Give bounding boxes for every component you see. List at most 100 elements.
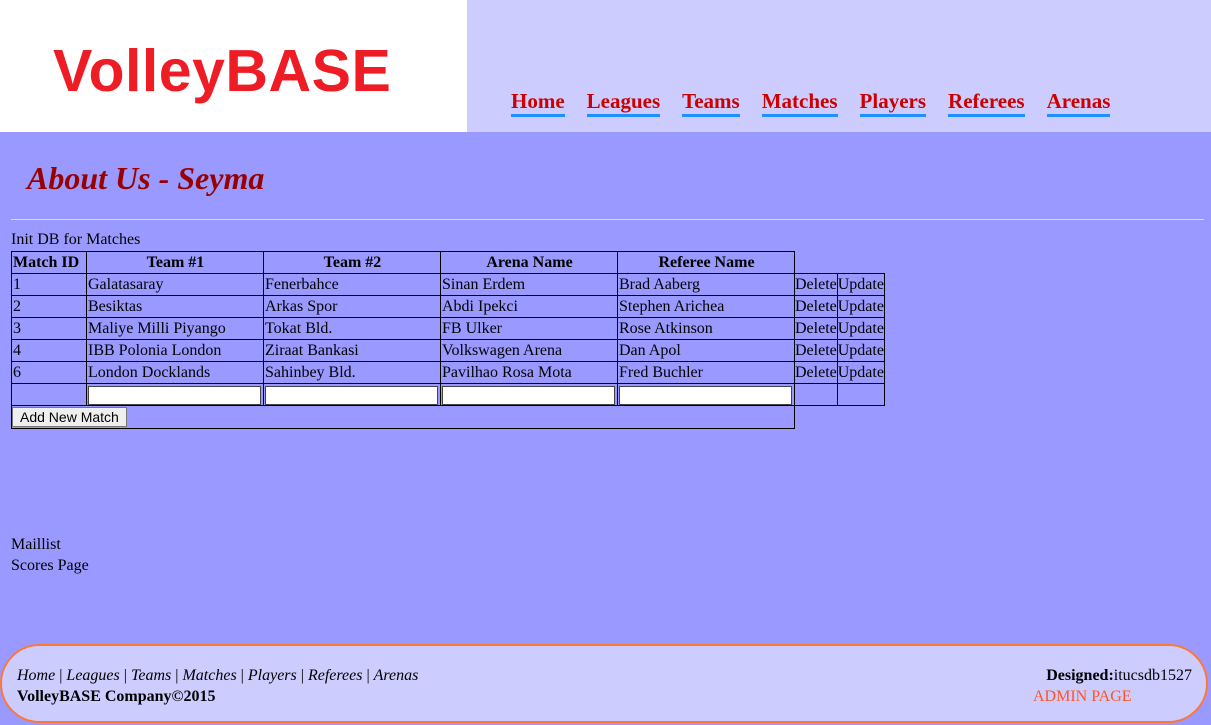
- cell-referee: Brad Aaberg: [617, 273, 795, 296]
- nav-bar: Home Leagues Teams Matches Players Refer…: [467, 0, 1211, 132]
- delete-link[interactable]: Delete: [794, 361, 838, 384]
- cell-referee: Rose Atkinson: [617, 317, 795, 340]
- table-row: 2 Besiktas Arkas Spor Abdi Ipekci Stephe…: [11, 295, 885, 318]
- nav-teams[interactable]: Teams: [682, 88, 740, 117]
- cell-team1: Besiktas: [86, 295, 264, 318]
- footer-link-matches[interactable]: Matches: [182, 667, 236, 684]
- col-match-id: Match ID: [11, 251, 87, 274]
- cell-team2: Fenerbahce: [263, 273, 441, 296]
- cell-arena: Pavilhao Rosa Mota: [440, 361, 618, 384]
- matches-table: Match ID Team #1 Team #2 Arena Name Refe…: [11, 251, 885, 429]
- footer-link-players[interactable]: Players: [248, 667, 297, 684]
- separator: |: [366, 667, 370, 684]
- cell-arena: Abdi Ipekci: [440, 295, 618, 318]
- header: VolleyBASE Home Leagues Teams Matches Pl…: [0, 0, 1211, 132]
- cell-match-id: 6: [11, 361, 87, 384]
- delete-link[interactable]: Delete: [794, 295, 838, 318]
- table-row: 1 Galatasaray Fenerbahce Sinan Erdem Bra…: [11, 273, 885, 296]
- footer-link-referees[interactable]: Referees: [308, 667, 362, 684]
- init-db-link[interactable]: Init DB for Matches: [11, 231, 140, 249]
- nav-players[interactable]: Players: [859, 88, 927, 117]
- table-header-row: Match ID Team #1 Team #2 Arena Name Refe…: [11, 251, 885, 274]
- footer-link-leagues[interactable]: Leagues: [66, 667, 119, 684]
- cell-team2: Arkas Spor: [263, 295, 441, 318]
- separator: |: [123, 667, 127, 684]
- cell-match-id: 4: [11, 339, 87, 362]
- header-spacer: [837, 252, 884, 274]
- update-link[interactable]: Update: [836, 361, 885, 384]
- cell-team2: Ziraat Bankasi: [263, 339, 441, 362]
- delete-link[interactable]: Delete: [794, 317, 838, 340]
- cell-blank: [837, 406, 884, 429]
- delete-link[interactable]: Delete: [794, 339, 838, 362]
- nav-leagues[interactable]: Leagues: [586, 88, 661, 117]
- nav-matches[interactable]: Matches: [761, 88, 838, 117]
- add-new-match-button[interactable]: Add New Match: [12, 407, 127, 427]
- cell-match-id: 1: [11, 273, 87, 296]
- col-referee: Referee Name: [617, 251, 795, 274]
- team2-input[interactable]: [265, 385, 438, 405]
- team1-input[interactable]: [88, 385, 261, 405]
- cell-team1: IBB Polonia London: [86, 339, 264, 362]
- header-spacer: [795, 252, 838, 274]
- table-row: 6 London Docklands Sahinbey Bld. Pavilha…: [11, 361, 885, 384]
- cell-referee: Dan Apol: [617, 339, 795, 362]
- update-link[interactable]: Update: [836, 317, 885, 340]
- update-link[interactable]: Update: [836, 273, 885, 296]
- new-match-input-row: [11, 383, 885, 406]
- cell-referee-input: [617, 383, 795, 406]
- update-link[interactable]: Update: [836, 339, 885, 362]
- update-link[interactable]: Update: [836, 295, 885, 318]
- cell-match-id-empty: [11, 383, 87, 406]
- table-row: 4 IBB Polonia London Ziraat Bankasi Volk…: [11, 339, 885, 362]
- cell-empty: [836, 383, 885, 406]
- col-team2: Team #2: [263, 251, 441, 274]
- page-title: About Us - Seyma: [27, 160, 265, 196]
- separator: |: [59, 667, 63, 684]
- nav-home[interactable]: Home: [511, 88, 565, 117]
- scores-page-link[interactable]: Scores Page: [11, 557, 89, 575]
- nav-arenas[interactable]: Arenas: [1046, 88, 1111, 117]
- cell-team1: Maliye Milli Piyango: [86, 317, 264, 340]
- cell-team2: Tokat Bld.: [263, 317, 441, 340]
- logo[interactable]: VolleyBASE: [53, 36, 391, 106]
- cell-team1: Galatasaray: [86, 273, 264, 296]
- cell-arena: Volkswagen Arena: [440, 339, 618, 362]
- main-nav: Home Leagues Teams Matches Players Refer…: [511, 88, 1132, 117]
- add-button-cell: Add New Match: [11, 405, 795, 429]
- designed-label: Designed:: [1046, 667, 1114, 684]
- col-arena: Arena Name: [440, 251, 618, 274]
- arena-input[interactable]: [442, 385, 615, 405]
- footer: Home | Leagues | Teams | Matches | Players | Refer…: [0, 644, 1208, 723]
- separator: |: [300, 667, 304, 684]
- cell-match-id: 3: [11, 317, 87, 340]
- nav-referees[interactable]: Referees: [948, 88, 1025, 117]
- footer-link-teams[interactable]: Teams: [131, 667, 171, 684]
- col-team1: Team #1: [86, 251, 264, 274]
- designed-value: itucsdb1527: [1113, 667, 1192, 684]
- footer-link-arenas[interactable]: Arenas: [374, 667, 419, 684]
- referee-input[interactable]: [619, 385, 792, 405]
- delete-link[interactable]: Delete: [794, 273, 838, 296]
- footer-link-home[interactable]: Home: [17, 667, 55, 684]
- cell-team1: London Docklands: [86, 361, 264, 384]
- cell-referee: Stephen Arichea: [617, 295, 795, 318]
- cell-team2-input: [263, 383, 441, 406]
- cell-team1-input: [86, 383, 264, 406]
- cell-referee: Fred Buchler: [617, 361, 795, 384]
- cell-arena: Sinan Erdem: [440, 273, 618, 296]
- cell-blank: [795, 406, 838, 429]
- designed-by: Designed:itucsdb1527: [1046, 665, 1192, 687]
- cell-team2: Sahinbey Bld.: [263, 361, 441, 384]
- cell-match-id: 2: [11, 295, 87, 318]
- copyright: VolleyBASE Company©2015: [17, 688, 216, 705]
- separator: |: [175, 667, 179, 684]
- add-row: Add New Match: [11, 405, 885, 429]
- footer-nav: Home | Leagues | Teams | Matches | Players | Refer…: [17, 665, 418, 687]
- cell-empty: [794, 383, 838, 406]
- cell-arena: FB Ulker: [440, 317, 618, 340]
- maillist-link[interactable]: Maillist: [11, 536, 61, 554]
- cell-arena-input: [440, 383, 618, 406]
- divider: [11, 219, 1204, 220]
- admin-page-link[interactable]: ADMIN PAGE: [1033, 686, 1132, 708]
